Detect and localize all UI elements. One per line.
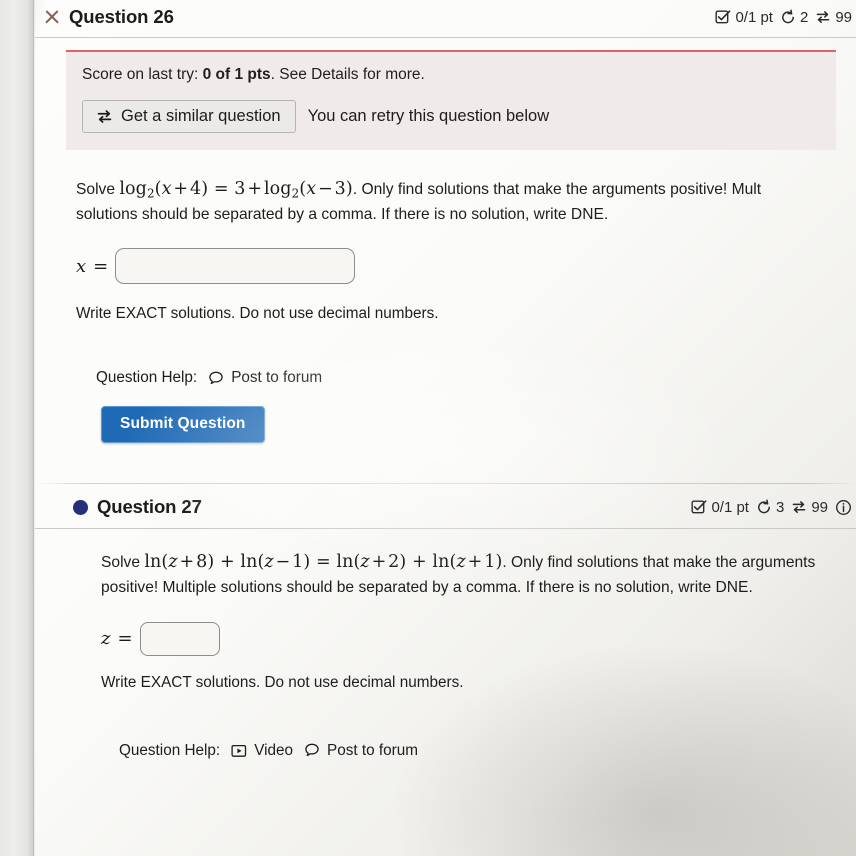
score-prefix: Score on last try: xyxy=(82,66,203,83)
x-mark-icon xyxy=(43,9,60,26)
filled-circle-icon xyxy=(73,499,88,515)
question-26-post-to-forum-label: Post to forum xyxy=(231,369,323,387)
checkbox-check-icon xyxy=(715,9,731,25)
prompt-tail: . Only find solutions that make the argu… xyxy=(502,554,816,572)
question-26-score-group: 0/1 pt xyxy=(715,9,773,26)
swap-arrows-icon xyxy=(96,108,113,125)
question-27-score-group: 0/1 pt xyxy=(691,499,749,516)
question-26-score-value: 0/1 pt xyxy=(735,8,773,26)
question-26-prompt-line2: solutions should be separated by a comma… xyxy=(76,205,609,223)
question-26-submit-button[interactable]: Submit Question xyxy=(101,406,265,444)
question-26-answer-input[interactable] xyxy=(115,248,356,285)
question-26-title: Question 26 xyxy=(69,6,174,27)
undo-arrow-icon xyxy=(756,499,772,515)
question-26-equals-sign: = xyxy=(93,255,109,277)
question-27-answer-row: z = xyxy=(101,621,850,656)
question-27-header: Question 27 0/1 pt 3 99 xyxy=(35,484,856,530)
question-26-body: Solve log2(x + 4) = 3 + log2(x − 3). Onl… xyxy=(35,150,856,323)
question-27-title: Question 27 xyxy=(97,496,202,518)
question-27-equals-sign: = xyxy=(117,628,133,650)
question-27-video-label: Video xyxy=(254,741,294,759)
retry-row: Get a similar question You can retry thi… xyxy=(82,100,820,134)
score-suffix: . See Details for more. xyxy=(270,66,425,83)
page-surface: Question 26 0/1 pt 2 99 Score on last tr… xyxy=(0,0,856,856)
score-points: 0 of 1 pts xyxy=(202,66,271,83)
question-26-score-panel: Score on last try: 0 of 1 pts. See Detai… xyxy=(66,50,836,151)
question-26-prompt-line1: Solve log2(x + 4) = 3 + log2(x − 3). Onl… xyxy=(76,176,850,203)
question-27-attempts-value: 3 xyxy=(775,498,785,516)
question-27-body: Solve ln(z + 8) + ln(z − 1) = ln(z + 2) … xyxy=(35,529,856,691)
speech-bubble-icon xyxy=(208,371,224,386)
question-26-post-to-forum-link[interactable]: Post to forum xyxy=(208,369,322,387)
swap-arrows-icon xyxy=(815,9,831,25)
undo-arrow-icon xyxy=(780,9,796,25)
question-27-prompt-line1: Solve ln(z + 8) + ln(z − 1) = ln(z + 2) … xyxy=(101,549,850,576)
question-26-meta: 0/1 pt 2 99 xyxy=(715,9,854,26)
prompt-tail: . Only find solutions that make the argu… xyxy=(352,181,762,199)
swap-arrows-icon xyxy=(791,499,807,515)
question-26-help-label: Question Help: xyxy=(96,369,198,387)
prompt-lead: Solve xyxy=(101,554,145,572)
speech-bubble-icon xyxy=(304,743,320,758)
question-27-post-to-forum-label: Post to forum xyxy=(327,741,419,759)
content-column: Question 26 0/1 pt 2 99 Score on last tr… xyxy=(35,0,856,856)
question-26-swaps-value: 99 xyxy=(835,8,852,26)
question-27-answer-label: z xyxy=(101,628,111,650)
left-page-gutter xyxy=(0,0,34,856)
question-27-post-to-forum-link[interactable]: Post to forum xyxy=(304,742,418,760)
question-27-swaps-value: 99 xyxy=(811,498,828,516)
question-27-equation: ln(z + 8) + ln(z − 1) = ln(z + 2) + ln(z… xyxy=(144,552,503,573)
question-27-meta: 0/1 pt 3 99 xyxy=(691,499,854,516)
question-26-title-group: Question 26 xyxy=(43,6,174,28)
question-26-help-row: Question Help: Post to forum xyxy=(35,369,856,387)
question-26-submit-wrap: Submit Question xyxy=(35,387,856,444)
question-27-help-label: Question Help: xyxy=(119,741,221,759)
question-26-swaps-group: 99 xyxy=(815,9,852,26)
question-27-answer-input[interactable] xyxy=(139,621,220,656)
question-26-attempts-value: 2 xyxy=(799,8,809,26)
question-27-swaps-group: 99 xyxy=(791,499,828,516)
info-circle-icon[interactable] xyxy=(835,499,852,516)
question-26-answer-row: x = xyxy=(76,248,850,285)
question-26-header: Question 26 0/1 pt 2 99 xyxy=(35,0,856,38)
question-27-hint: Write EXACT solutions. Do not use decima… xyxy=(101,673,464,691)
prompt-lead: Solve xyxy=(76,181,120,199)
video-play-icon xyxy=(231,744,247,758)
question-26-answer-label: x xyxy=(76,255,87,277)
question-26-hint: Write EXACT solutions. Do not use decima… xyxy=(76,305,439,323)
get-similar-question-button[interactable]: Get a similar question xyxy=(82,100,296,134)
question-27-attempts-group: 3 xyxy=(756,499,784,516)
question-26-equation: log2(x + 4) = 3 + log2(x − 3) xyxy=(119,179,353,201)
question-27-video-link[interactable]: Video xyxy=(231,742,293,760)
question-26-attempts-group: 2 xyxy=(780,9,808,26)
score-on-last-try-text: Score on last try: 0 of 1 pts. See Detai… xyxy=(82,66,820,84)
question-27-title-group: Question 27 xyxy=(73,496,202,518)
retry-note-text: You can retry this question below xyxy=(307,107,550,126)
get-similar-question-label: Get a similar question xyxy=(121,107,281,125)
question-27-help-row: Question Help: Video Post to forum xyxy=(35,742,856,760)
question-27-score-value: 0/1 pt xyxy=(711,498,749,516)
question-27-prompt-line2: positive! Multiple solutions should be s… xyxy=(101,579,753,597)
checkbox-check-icon xyxy=(691,499,707,515)
